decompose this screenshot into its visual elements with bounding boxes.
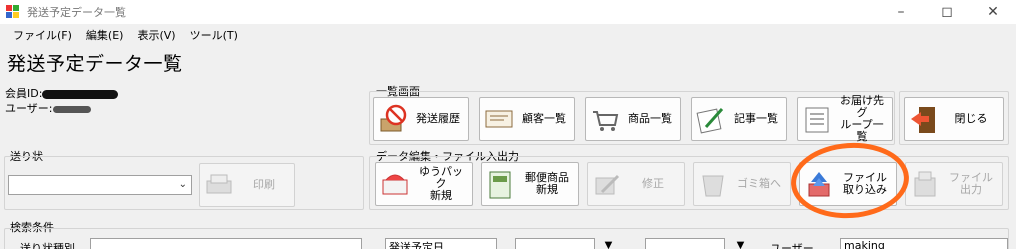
package-icon bbox=[380, 168, 410, 200]
menu-tools[interactable]: ツール(T) bbox=[183, 27, 245, 43]
user-label: ユーザー: bbox=[5, 102, 53, 115]
product-list-button[interactable]: 商品一覧 bbox=[585, 97, 681, 141]
maximize-icon[interactable]: ◻ bbox=[924, 0, 970, 24]
menu-edit[interactable]: 編集(E) bbox=[79, 27, 131, 43]
close-label: 閉じる bbox=[954, 112, 988, 125]
card-icon bbox=[484, 103, 514, 135]
cart-icon bbox=[590, 103, 620, 135]
mail-product-new-button[interactable]: 郵便商品 新規 bbox=[481, 162, 579, 206]
delivery-group-list-button[interactable]: お届け先グ ループ一覧 bbox=[797, 94, 893, 143]
date-type-value: 発送予定日 bbox=[389, 241, 444, 249]
file-import-button[interactable]: ファイル 取り込み bbox=[799, 162, 897, 206]
slip-type-select[interactable]: ⌄ bbox=[8, 175, 192, 195]
shipping-history-label: 発送履歴 bbox=[416, 112, 460, 125]
date-from-picker-icon[interactable]: ▼ bbox=[600, 238, 617, 249]
user-redacted bbox=[52, 105, 91, 113]
close-button[interactable]: 閉じる bbox=[904, 97, 1004, 141]
edit-label: 修正 bbox=[642, 177, 664, 190]
menu-file[interactable]: ファイル(F) bbox=[6, 27, 79, 43]
minimize-icon[interactable]: – bbox=[878, 0, 924, 24]
print-label: 印刷 bbox=[253, 178, 275, 191]
printer-icon bbox=[204, 169, 234, 201]
menu-bar: ファイル(F) 編集(E) 表示(V) ツール(T) bbox=[0, 24, 1016, 46]
trash-button[interactable]: ゴミ箱へ bbox=[693, 162, 791, 206]
prohibited-shipping-icon bbox=[378, 103, 408, 135]
date-from-field[interactable] bbox=[515, 238, 595, 249]
file-export-icon bbox=[910, 168, 940, 200]
edit-button[interactable]: 修正 bbox=[587, 162, 685, 206]
mail-product-new-label: 郵便商品 新規 bbox=[525, 171, 569, 196]
app-icon bbox=[6, 5, 20, 19]
file-export-label: ファイル 出力 bbox=[949, 171, 993, 196]
member-id-row: 会員ID: bbox=[5, 85, 119, 101]
edit-icon bbox=[592, 168, 622, 200]
product-list-label: 商品一覧 bbox=[628, 112, 672, 125]
print-button[interactable]: 印刷 bbox=[199, 163, 295, 207]
trash-icon bbox=[698, 168, 728, 200]
file-import-label: ファイル 取り込み bbox=[843, 171, 887, 196]
title-bar: 発送予定データ一覧 – ◻ ✕ bbox=[0, 0, 1016, 24]
article-list-label: 記事一覧 bbox=[734, 112, 778, 125]
user-row: ユーザー: bbox=[5, 100, 91, 116]
date-to-field[interactable] bbox=[645, 238, 725, 249]
member-id-label: 会員ID: bbox=[5, 87, 43, 100]
yupack-new-button[interactable]: ゆうパック 新規 bbox=[375, 162, 473, 206]
mail-product-icon bbox=[486, 168, 516, 200]
list-icon bbox=[802, 103, 832, 135]
chevron-down-icon: ⌄ bbox=[178, 179, 187, 190]
exit-door-icon bbox=[909, 103, 939, 135]
customer-list-label: 顧客一覧 bbox=[522, 112, 566, 125]
delivery-group-list-label: お届け先グ ループ一覧 bbox=[840, 94, 884, 143]
file-import-icon bbox=[804, 168, 834, 200]
notebook-pen-icon bbox=[696, 103, 726, 135]
page-title: 発送予定データ一覧 bbox=[7, 53, 183, 75]
article-list-button[interactable]: 記事一覧 bbox=[691, 97, 787, 141]
user-search-field[interactable]: making bbox=[840, 238, 1008, 249]
slip-kind-select[interactable] bbox=[90, 238, 362, 249]
shipping-history-button[interactable]: 発送履歴 bbox=[373, 97, 469, 141]
date-to-picker-icon[interactable]: ▼ bbox=[732, 238, 749, 249]
slip-kind-label: 送り状種別 bbox=[20, 242, 75, 249]
close-icon[interactable]: ✕ bbox=[970, 0, 1016, 24]
window-title: 発送予定データ一覧 bbox=[27, 6, 126, 19]
customer-list-button[interactable]: 顧客一覧 bbox=[479, 97, 575, 141]
menu-view[interactable]: 表示(V) bbox=[130, 27, 182, 43]
user-search-label: ユーザー bbox=[770, 242, 814, 249]
member-id-redacted bbox=[42, 89, 119, 99]
yupack-new-label: ゆうパック 新規 bbox=[419, 165, 463, 202]
user-search-value: making bbox=[844, 239, 885, 249]
file-export-button[interactable]: ファイル 出力 bbox=[905, 162, 1003, 206]
trash-label: ゴミ箱へ bbox=[737, 177, 781, 190]
date-type-select[interactable]: 発送予定日 bbox=[385, 238, 497, 249]
